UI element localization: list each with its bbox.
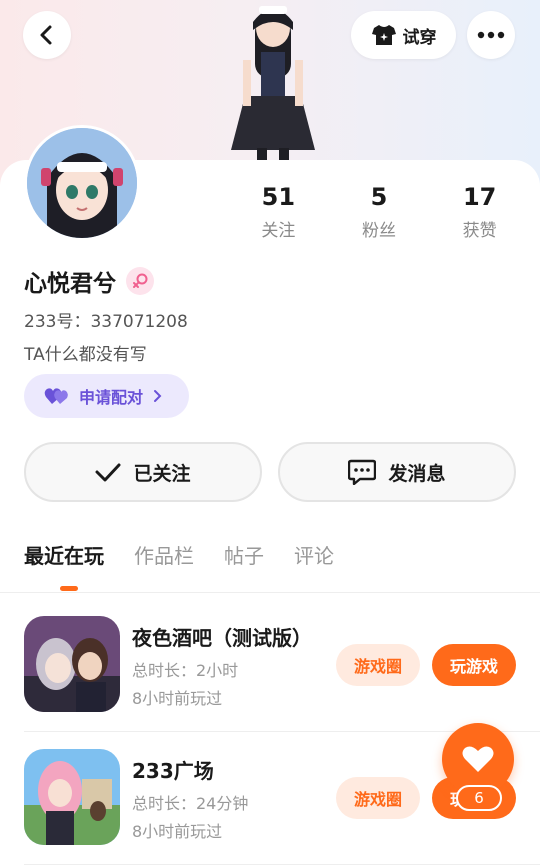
stat-followers[interactable]: 5 粉丝 — [329, 182, 430, 241]
avatar-portrait — [27, 128, 137, 238]
play-game-button[interactable]: 玩游戏 — [432, 644, 516, 686]
send-message-button[interactable]: 发消息 — [278, 442, 516, 502]
stat-likes[interactable]: 17 获赞 — [429, 182, 530, 241]
divider — [24, 864, 540, 865]
stat-value: 51 — [261, 183, 296, 211]
game-duration: 总时长：24分钟 — [132, 794, 249, 813]
tab-label: 评论 — [294, 544, 334, 568]
tab-label: 帖子 — [224, 544, 264, 568]
game-icon-233-plaza[interactable] — [24, 749, 120, 845]
following-button[interactable]: 已关注 — [24, 442, 262, 502]
female-icon — [126, 267, 154, 295]
heart-icon — [462, 746, 494, 772]
game-circle-button[interactable]: 游戏圈 — [336, 644, 420, 686]
try-on-button[interactable]: 试穿 — [351, 11, 456, 59]
game-title: 夜色酒吧（测试版） — [132, 626, 312, 650]
send-message-label: 发消息 — [388, 462, 446, 485]
stat-label: 关注 — [261, 221, 296, 241]
tab-comments[interactable]: 评论 — [294, 540, 334, 592]
game-icon-night-bar[interactable] — [24, 616, 120, 712]
back-button[interactable] — [23, 11, 71, 59]
profile-stats: 51 关注 5 粉丝 17 获赞 — [228, 182, 530, 241]
more-dots-icon — [477, 31, 505, 39]
tab-posts[interactable]: 帖子 — [224, 540, 264, 592]
tab-works[interactable]: 作品栏 — [134, 540, 194, 592]
game-circle-button[interactable]: 游戏圈 — [336, 777, 420, 819]
chat-bubble-icon — [348, 459, 377, 485]
stat-value: 17 — [462, 183, 497, 211]
request-pair-label: 申请配对 — [79, 388, 144, 407]
game-last-played: 8小时前玩过 — [132, 822, 223, 841]
request-pair-button[interactable]: 申请配对 — [24, 374, 189, 418]
user-bio: TA什么都没有写 — [24, 345, 147, 365]
stat-following[interactable]: 51 关注 — [228, 182, 329, 241]
tab-label: 最近在玩 — [24, 544, 104, 568]
game-last-played: 8小时前玩过 — [132, 689, 223, 708]
double-heart-icon — [44, 388, 68, 404]
avatar-3d-figure — [231, 6, 315, 165]
game-list-item[interactable]: 夜色酒吧（测试版） 总时长：2小时 8小时前玩过 游戏圈 玩游戏 — [24, 616, 540, 716]
tab-label: 作品栏 — [134, 544, 194, 568]
like-count-badge: 6 — [456, 785, 502, 811]
stat-label: 粉丝 — [362, 221, 396, 241]
tshirt-sparkle-icon — [371, 25, 396, 45]
username-row: 心悦君兮 — [24, 264, 154, 298]
following-label: 已关注 — [133, 462, 191, 485]
game-title: 233广场 — [132, 759, 214, 783]
chevron-right-icon — [154, 390, 162, 402]
try-on-label: 试穿 — [402, 27, 437, 48]
more-button[interactable] — [467, 11, 515, 59]
chevron-left-icon — [40, 25, 52, 45]
tab-recently-played[interactable]: 最近在玩 — [24, 540, 104, 592]
game-duration: 总时长：2小时 — [132, 661, 239, 680]
divider — [0, 592, 540, 593]
username: 心悦君兮 — [24, 271, 116, 297]
stat-label: 获赞 — [462, 221, 497, 241]
stat-value: 5 — [370, 183, 388, 211]
profile-tabs: 最近在玩 作品栏 帖子 评论 — [24, 540, 334, 592]
avatar[interactable] — [24, 125, 140, 241]
check-icon — [95, 463, 121, 482]
tab-active-indicator — [60, 586, 78, 591]
user-id: 233号：337071208 — [24, 312, 188, 332]
